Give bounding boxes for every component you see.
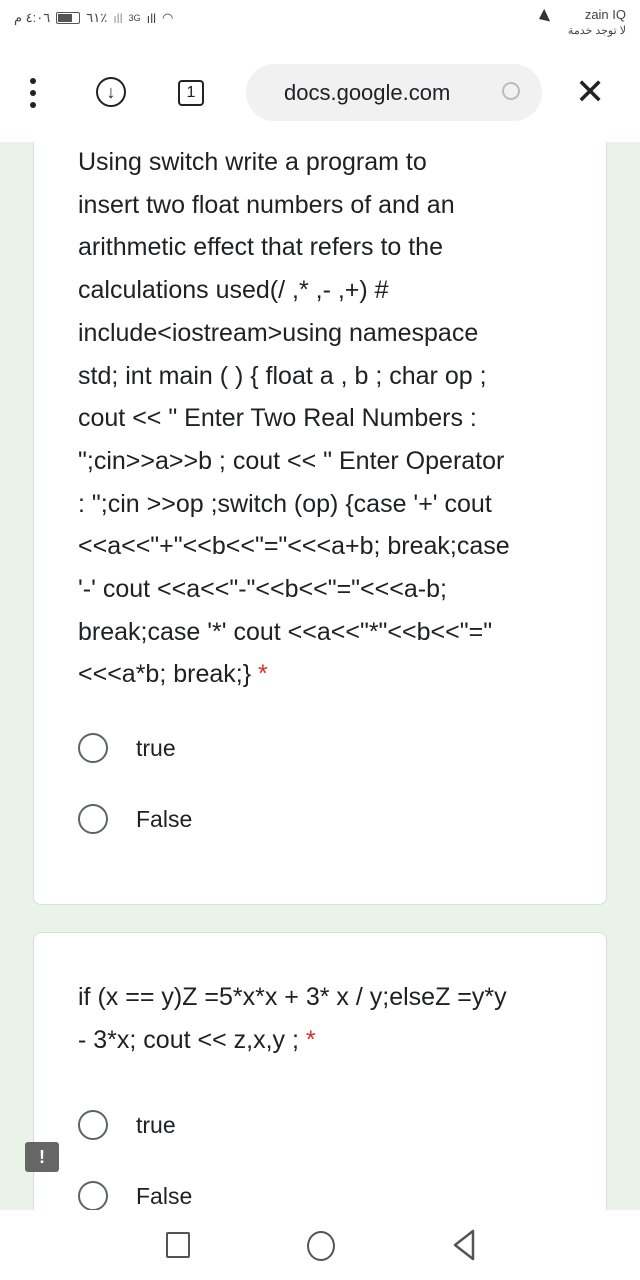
radio-button[interactable] (78, 804, 108, 834)
option-true[interactable]: true (78, 733, 176, 763)
battery-percent: ٦١٪ (86, 10, 108, 25)
question-line: <<a<<"+"<<b<<"="<<<a+b; break;case (78, 525, 510, 568)
question-line-text: insert two float numbers of and an (78, 190, 455, 219)
option-label: False (136, 805, 193, 832)
recents-button[interactable] (166, 1232, 190, 1258)
question-card-1: Using switch write a program to insert tw… (33, 142, 607, 905)
required-asterisk: * (298, 1025, 316, 1054)
question-line-text: break;case '*' cout <<a<<"*"<<b<<"=" (78, 617, 493, 646)
question-line: include<iostream>using namespace (78, 312, 510, 355)
form-page: Using switch write a program to insert tw… (0, 142, 640, 1210)
question-line-text: calculations used(/ ,* ,- ,+) # (78, 276, 389, 305)
url-bar[interactable]: docs.google.com (246, 64, 542, 121)
clock: ٤:٠٦ م (14, 10, 51, 25)
url-text: docs.google.com (284, 80, 451, 105)
question-line-text: - 3*x; cout << z,x,y ; (78, 1025, 299, 1054)
network-type: 3G (128, 13, 141, 23)
question-line: Using switch write a program to (78, 142, 510, 184)
home-button[interactable] (307, 1231, 335, 1261)
option-label: False (136, 1182, 193, 1209)
question-line: std; int main ( ) { float a , b ; char o… (78, 355, 510, 398)
browser-toolbar: ↓ 1 docs.google.com ✕ (0, 50, 640, 142)
radio-button[interactable] (78, 733, 108, 763)
question-line-text: Using switch write a program to (78, 148, 427, 176)
question-line-text: cout << " Enter Two Real Numbers : (78, 404, 477, 433)
signal-icon: ıll (113, 10, 123, 26)
tab-count-button[interactable]: 1 (178, 80, 204, 106)
question-text: if (x == y)Z =5*x*x + 3* x / y;elseZ =y*… (78, 976, 507, 1061)
close-icon[interactable]: ✕ (575, 72, 605, 112)
wifi-icon: ◠ (161, 10, 174, 25)
question-line: <<<a*b; break;} * (78, 653, 510, 696)
system-nav-bar (0, 1210, 640, 1280)
question-line: ";cin>>a>>b ; cout << " Enter Operator (78, 440, 510, 483)
question-line: if (x == y)Z =5*x*x + 3* x / y;elseZ =y*… (78, 976, 507, 1019)
battery-icon (56, 12, 81, 24)
question-text: Using switch write a program to insert tw… (78, 142, 510, 696)
question-line-text: <<<a*b; break;} (78, 660, 252, 689)
question-line-text: std; int main ( ) { float a , b ; char o… (78, 361, 487, 390)
question-line-text: '-' cout <<a<<"-"<<b<<"="<<<a-b; (78, 575, 447, 604)
question-line: calculations used(/ ,* ,- ,+) # (78, 269, 510, 312)
search-icon[interactable] (502, 82, 520, 100)
question-line: cout << " Enter Two Real Numbers : (78, 397, 510, 440)
required-asterisk: * (251, 660, 268, 689)
question-line-text: arithmetic effect that refers to the (78, 233, 443, 262)
question-line: arithmetic effect that refers to the (78, 226, 510, 269)
question-line-text: include<iostream>using namespace (78, 318, 479, 347)
radio-button[interactable] (78, 1181, 108, 1210)
question-line: : ";cin >>op ;switch (op) {case '+' cout (78, 483, 510, 526)
question-line: '-' cout <<a<<"-"<<b<<"="<<<a-b; (78, 568, 510, 611)
question-card-2: if (x == y)Z =5*x*x + 3* x / y;elseZ =y*… (33, 932, 607, 1210)
option-label: true (136, 1111, 176, 1138)
telegram-icon (527, 8, 551, 30)
question-line: break;case '*' cout <<a<<"*"<<b<<"=" (78, 611, 510, 654)
question-line-text: <<a<<"+"<<b<<"="<<<a+b; break;case (78, 532, 510, 561)
more-menu-icon[interactable] (30, 78, 36, 114)
service-status: لا توجد خدمة (567, 25, 626, 37)
question-line-text: if (x == y)Z =5*x*x + 3* x / y;elseZ =y*… (78, 983, 507, 1011)
status-bar: ٤:٠٦ م ٦١٪ ıll 3G ıll ◠ zain IQ لا توجد … (0, 0, 640, 50)
option-false[interactable]: False (78, 1181, 192, 1210)
question-line-text: ";cin>>a>>b ; cout << " Enter Operator (78, 446, 505, 475)
option-true[interactable]: true (78, 1110, 176, 1140)
question-line-text: : ";cin >>op ;switch (op) {case '+' cout (78, 489, 492, 518)
back-button[interactable] (452, 1229, 476, 1261)
option-false[interactable]: False (78, 804, 192, 834)
question-line: - 3*x; cout << z,x,y ; * (78, 1019, 507, 1062)
question-line: insert two float numbers of and an (78, 184, 510, 227)
carrier: zain IQ (584, 7, 626, 22)
feedback-alert-icon[interactable]: ! (25, 1142, 59, 1172)
signal-icon: ıll (146, 10, 156, 26)
option-label: true (136, 734, 176, 761)
radio-button[interactable] (78, 1110, 108, 1140)
download-icon[interactable]: ↓ (96, 77, 126, 107)
